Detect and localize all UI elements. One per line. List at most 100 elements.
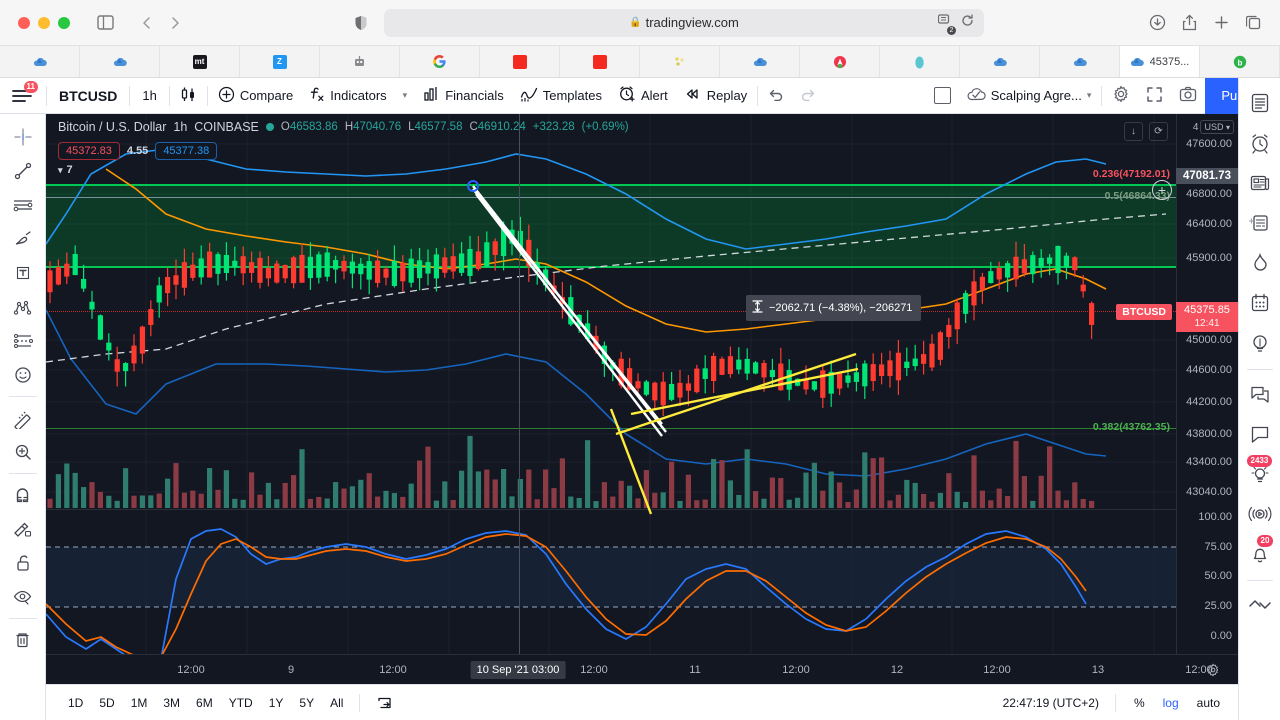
brush-icon[interactable] [3, 222, 43, 256]
bookmark-item[interactable]: b [1200, 46, 1280, 77]
range-button-1y[interactable]: 1Y [261, 691, 292, 715]
forecast-icon[interactable] [3, 324, 43, 358]
indicators-dropdown[interactable]: ▾ [395, 82, 416, 110]
bookmark-item[interactable] [960, 46, 1040, 77]
new-tab-icon[interactable] [1208, 10, 1234, 36]
back-button[interactable] [134, 10, 160, 36]
percent-scale-button[interactable]: % [1126, 691, 1153, 715]
watchlist-icon[interactable] [1241, 84, 1279, 122]
notifications-bell-icon[interactable]: 20 [1241, 535, 1279, 573]
close-window-button[interactable] [18, 16, 30, 29]
bookmark-item[interactable] [1040, 46, 1120, 77]
reset-scale-icon[interactable]: ⟳ [1149, 122, 1168, 141]
bookmark-item[interactable] [0, 46, 80, 77]
forward-button[interactable] [162, 10, 188, 36]
log-scale-button[interactable]: log [1155, 691, 1187, 715]
indicator-count-row[interactable]: ▾ 7 [58, 164, 73, 176]
indicator-legend[interactable]: 45372.83 4.55 45377.38 [58, 142, 218, 160]
financials-button[interactable]: Financials [415, 82, 512, 110]
minimize-window-button[interactable] [38, 16, 50, 29]
bookmark-item[interactable] [320, 46, 400, 77]
hotlist-flame-icon[interactable] [1241, 244, 1279, 282]
timeframe-button[interactable]: 1h [132, 82, 166, 110]
chart-canvas[interactable]: Bitcoin / U.S. Dollar 1h COINBASE O46583… [46, 114, 1238, 720]
window-traffic-lights[interactable] [18, 16, 70, 29]
chart-scale-buttons[interactable]: ↓ ⟳ [1124, 122, 1168, 141]
symbol-button[interactable]: BTCUSD [49, 82, 127, 110]
range-button-1d[interactable]: 1D [60, 691, 91, 715]
horizontal-lines-icon[interactable] [3, 188, 43, 222]
tab-overview-icon[interactable] [1240, 10, 1266, 36]
bookmark-item[interactable]: 45375... [1120, 46, 1200, 77]
bookmark-item[interactable]: mt [160, 46, 240, 77]
patterns-icon[interactable] [3, 290, 43, 324]
broadcast-icon[interactable] [1241, 495, 1279, 533]
range-button-3m[interactable]: 3M [155, 691, 188, 715]
range-button-6m[interactable]: 6M [188, 691, 221, 715]
chart-settings-button[interactable] [1104, 82, 1138, 110]
lock-drawings-icon[interactable] [3, 546, 43, 580]
fullscreen-button[interactable] [1138, 82, 1171, 110]
news-icon[interactable] [1241, 164, 1279, 202]
currency-badge[interactable]: USD ▾ [1200, 120, 1234, 134]
price-scale[interactable]: 4 USD ▾ 47600.0047200.0046800.0046400.00… [1176, 114, 1238, 680]
zoom-in-icon[interactable] [3, 435, 43, 469]
replay-button[interactable]: Replay [676, 82, 755, 110]
undo-button[interactable] [760, 82, 792, 110]
alert-button[interactable]: Alert [610, 82, 676, 110]
bookmark-item[interactable] [880, 46, 960, 77]
compare-button[interactable]: Compare [210, 82, 301, 110]
chevron-down-icon[interactable]: ▾ [58, 165, 63, 176]
bookmark-item[interactable] [640, 46, 720, 77]
time-scale[interactable]: 12:00 9 12:00 10 Sep '21 03:00 12:00 11 12:00 1… [46, 654, 1238, 684]
layout-button[interactable] [926, 82, 959, 110]
range-button-ytd[interactable]: YTD [221, 691, 261, 715]
ideas-stream-icon[interactable]: 2433 [1241, 455, 1279, 493]
bookmark-item[interactable]: Z [240, 46, 320, 77]
trash-icon[interactable] [3, 623, 43, 657]
trend-line-icon[interactable] [3, 154, 43, 188]
bookmark-item[interactable] [720, 46, 800, 77]
gear-icon[interactable] [1206, 663, 1220, 682]
public-chat-icon[interactable] [1241, 415, 1279, 453]
go-to-date-icon[interactable] [368, 691, 401, 715]
sidebar-toggle-icon[interactable] [92, 10, 118, 36]
cross-cursor-icon[interactable] [3, 120, 43, 154]
reader-mode-icon[interactable]: 2 [937, 13, 956, 35]
maximize-window-button[interactable] [58, 16, 70, 29]
chevrons-icon[interactable] [1241, 586, 1279, 624]
redo-button[interactable] [792, 82, 824, 110]
emoji-icon[interactable] [3, 358, 43, 392]
shield-privacy-icon[interactable] [348, 10, 374, 36]
price-scale-unit[interactable]: 4 USD ▾ [1193, 120, 1234, 134]
saved-layout-button[interactable]: Scalping Agre... ▾ [959, 82, 1100, 110]
chart-style-button[interactable] [172, 82, 205, 110]
bookmark-item[interactable] [800, 46, 880, 77]
templates-button[interactable]: Templates [512, 82, 610, 110]
download-icon[interactable]: ↓ [1124, 122, 1143, 141]
ideas-bulb-icon[interactable] [1241, 324, 1279, 362]
downloads-icon[interactable] [1144, 10, 1170, 36]
share-icon[interactable] [1176, 10, 1202, 36]
auto-scale-button[interactable]: auto [1189, 691, 1228, 715]
measure-ruler-icon[interactable] [3, 401, 43, 435]
alerts-clock-icon[interactable] [1241, 124, 1279, 162]
bookmark-item[interactable] [400, 46, 480, 77]
add-alert-crosshair-icon[interactable]: + [1152, 180, 1172, 200]
calendar-icon[interactable] [1241, 284, 1279, 322]
bookmark-item[interactable] [480, 46, 560, 77]
data-window-icon[interactable] [1241, 204, 1279, 242]
text-icon[interactable] [3, 256, 43, 290]
range-button-1m[interactable]: 1M [123, 691, 156, 715]
range-button-all[interactable]: All [322, 691, 351, 715]
main-menu-button[interactable]: 11 [0, 78, 44, 114]
snapshot-button[interactable] [1171, 82, 1205, 110]
drawing-mode-icon[interactable] [3, 512, 43, 546]
hide-drawings-icon[interactable] [3, 580, 43, 614]
address-bar[interactable]: 🔒 tradingview.com 2 [384, 8, 984, 37]
range-button-5d[interactable]: 5D [91, 691, 122, 715]
bookmark-item[interactable] [80, 46, 160, 77]
indicators-button[interactable]: Indicators [301, 82, 394, 110]
range-button-5y[interactable]: 5Y [291, 691, 322, 715]
magnet-icon[interactable] [3, 478, 43, 512]
